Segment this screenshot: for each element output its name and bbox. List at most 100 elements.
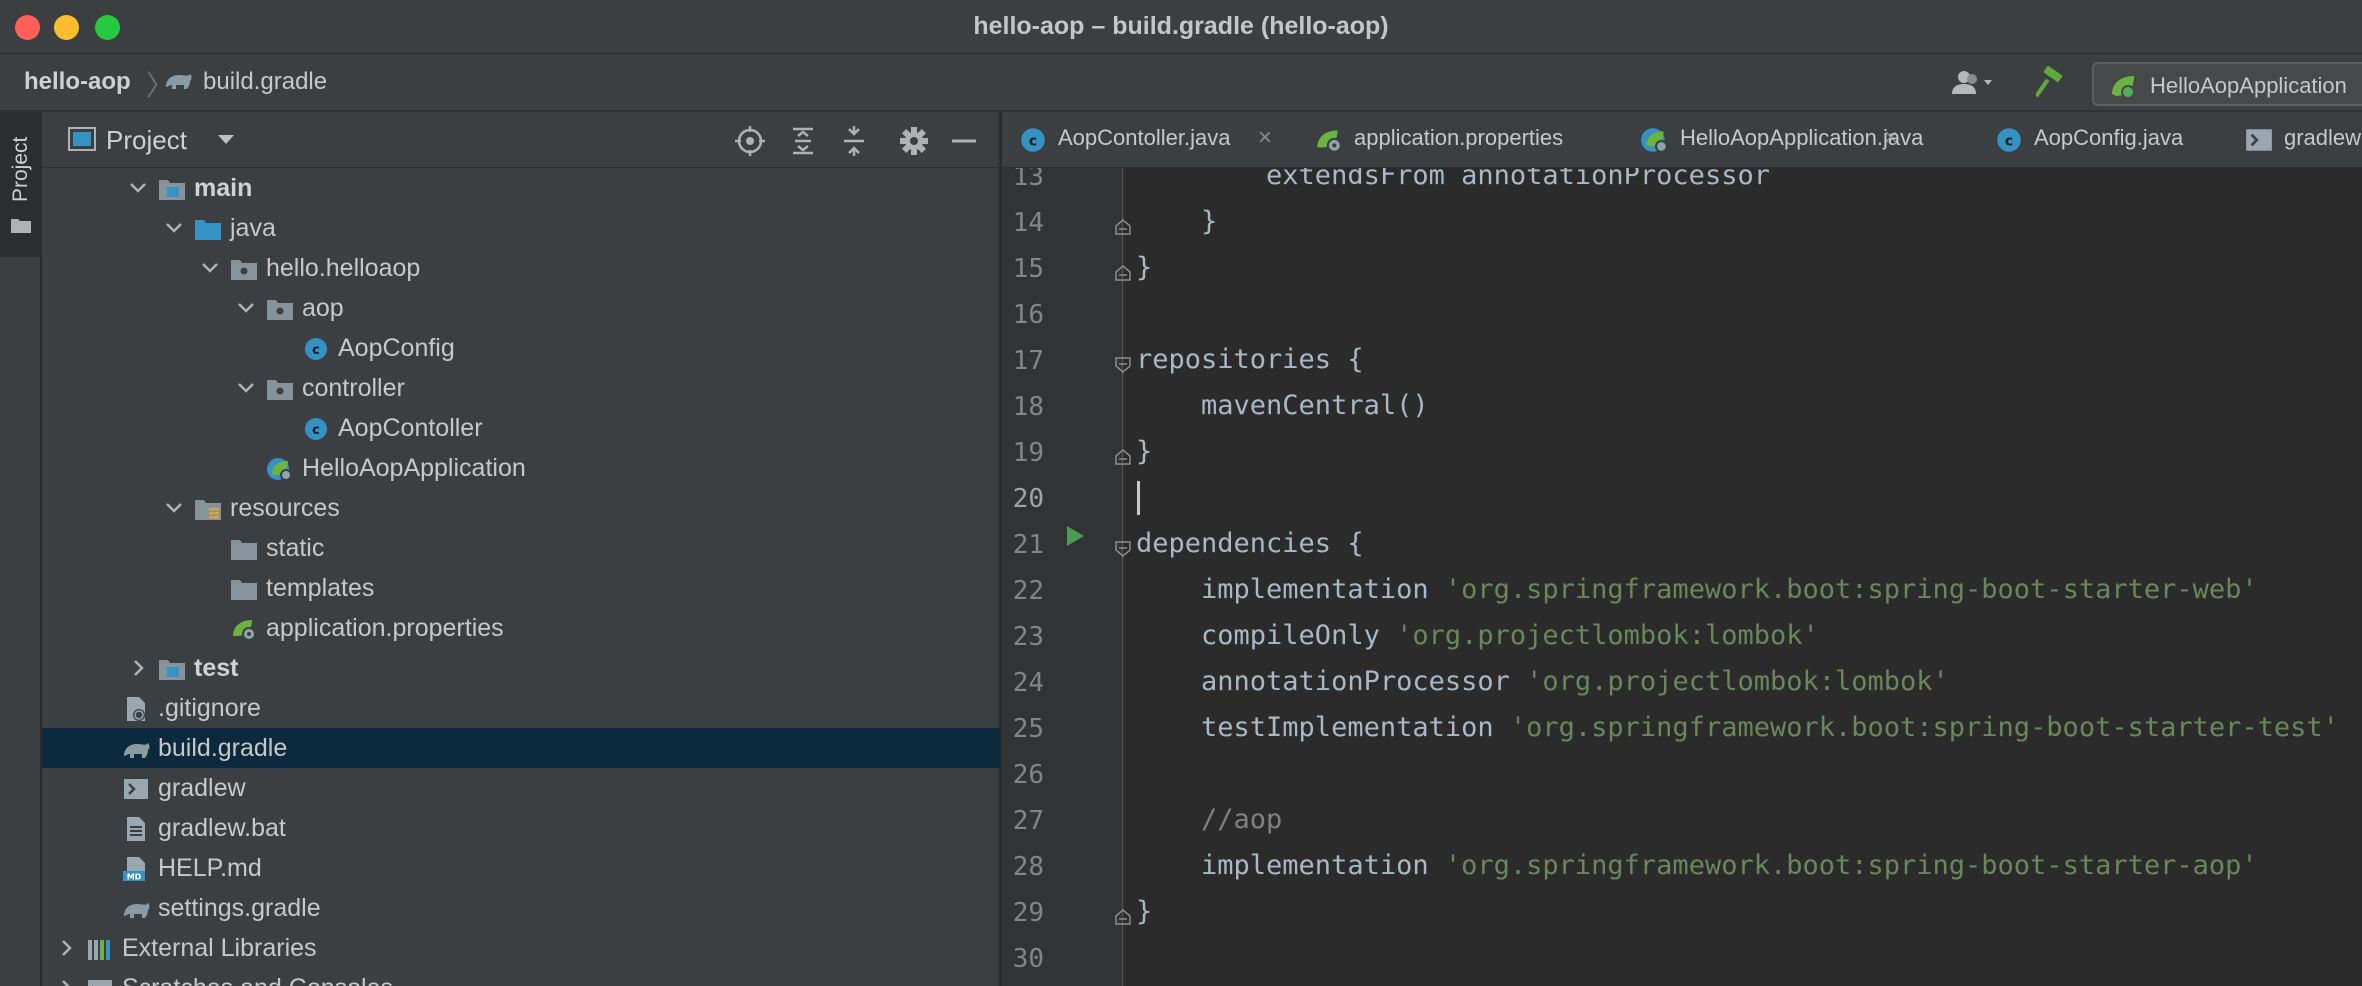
fold-marker-icon[interactable] bbox=[1114, 218, 1132, 236]
code-line: extendsFrom annotationProcessor bbox=[1136, 168, 1770, 191]
line-number: 23 bbox=[1012, 622, 1044, 652]
tree-item-label: gradlew.bat bbox=[158, 814, 286, 842]
tree-item-label: AopConfig bbox=[338, 334, 455, 362]
tree-item-label: HELP.md bbox=[158, 854, 262, 882]
editor-tabs: c AopContoller.java × application.propertie… bbox=[1002, 112, 2362, 168]
editor-tab-label: HelloAopApplication.java bbox=[1680, 125, 1924, 150]
tree-item[interactable]: c AopConfig bbox=[42, 328, 1000, 368]
close-tab-icon[interactable]: × bbox=[1258, 124, 1272, 152]
tree-item[interactable]: static bbox=[42, 528, 1000, 568]
gear-icon[interactable] bbox=[898, 125, 930, 157]
line-number: 25 bbox=[1012, 714, 1044, 744]
run-icon[interactable] bbox=[1064, 524, 1086, 548]
line-number: 16 bbox=[1012, 300, 1044, 330]
code-line: } bbox=[1136, 436, 1152, 467]
fold-marker-icon[interactable] bbox=[1114, 908, 1132, 926]
svg-text:c: c bbox=[1029, 133, 1037, 149]
chevron-down-icon[interactable] bbox=[234, 296, 258, 320]
code-line: implementation 'org.springframework.boot… bbox=[1136, 574, 2258, 605]
svg-text:c: c bbox=[2005, 133, 2013, 149]
tree-item[interactable]: c AopContoller bbox=[42, 408, 1000, 448]
build-hammer-icon[interactable] bbox=[2036, 66, 2068, 98]
fold-marker-icon[interactable] bbox=[1114, 540, 1132, 558]
line-number: 17 bbox=[1012, 346, 1044, 376]
terminal-file-icon bbox=[2246, 129, 2272, 151]
folder-icon bbox=[231, 540, 257, 560]
line-number: 18 bbox=[1012, 392, 1044, 422]
tree-item[interactable]: .gitignore bbox=[42, 688, 1000, 728]
code-token: implementation bbox=[1136, 574, 1445, 605]
line-number: 19 bbox=[1012, 438, 1044, 468]
gutter-separator bbox=[1122, 168, 1123, 986]
code-line: } bbox=[1136, 896, 1152, 927]
chevron-right-icon[interactable] bbox=[54, 976, 78, 986]
view-mode-dropdown-icon[interactable] bbox=[218, 135, 234, 144]
tree-item[interactable]: settings.gradle bbox=[42, 888, 1000, 928]
hide-panel-icon[interactable] bbox=[948, 125, 980, 157]
collapse-all-icon[interactable] bbox=[838, 125, 870, 157]
tree-item[interactable]: gradlew bbox=[42, 768, 1000, 808]
project-panel-title[interactable]: Project bbox=[106, 125, 187, 156]
tree-item[interactable]: java bbox=[42, 208, 1000, 248]
fold-marker-icon[interactable] bbox=[1114, 264, 1132, 282]
chevron-right-icon[interactable] bbox=[126, 656, 150, 680]
line-number: 28 bbox=[1012, 852, 1044, 882]
java-folder-icon bbox=[195, 220, 221, 240]
tree-item[interactable]: hello.helloaop bbox=[42, 248, 1000, 288]
tree-item[interactable]: controller bbox=[42, 368, 1000, 408]
code-token: } bbox=[1136, 252, 1153, 283]
code-line: compileOnly 'org.projectlombok:lombok' bbox=[1136, 620, 1819, 651]
class-icon: c bbox=[305, 338, 327, 360]
breadcrumb-project[interactable]: hello-aop bbox=[24, 68, 131, 96]
line-number: 27 bbox=[1012, 806, 1044, 836]
chevron-down-icon[interactable] bbox=[126, 176, 150, 200]
tree-item[interactable]: External Libraries bbox=[42, 928, 1000, 968]
tree-item[interactable]: HelloAopApplication bbox=[42, 448, 1000, 488]
resources-folder-icon bbox=[195, 500, 221, 520]
run-configuration-selector[interactable]: HelloAopApplication bbox=[2092, 62, 2362, 106]
tree-item-label: settings.gradle bbox=[158, 894, 321, 922]
expand-all-icon[interactable] bbox=[787, 125, 819, 157]
code-token: dependencies { bbox=[1136, 528, 1364, 559]
code-token: testImplementation bbox=[1136, 712, 1510, 743]
fold-marker-icon[interactable] bbox=[1114, 356, 1132, 374]
editor: c AopContoller.java × application.propertie… bbox=[1002, 112, 2362, 986]
class-icon: c bbox=[1021, 128, 1045, 152]
spring-properties-icon bbox=[1317, 130, 1342, 153]
code-token: implementation bbox=[1136, 850, 1445, 881]
tree-item-label: External Libraries bbox=[122, 934, 317, 962]
code-line: dependencies { bbox=[1136, 528, 1364, 559]
chevron-down-icon[interactable] bbox=[162, 496, 186, 520]
class-icon: c bbox=[305, 418, 327, 440]
code-editor[interactable]: 13 14 15 16 17 18 19 20 21 22 23 24 25 26 27 28 29 30 ext… bbox=[1002, 168, 2362, 986]
tree-item[interactable]: MD HELP.md bbox=[42, 848, 1000, 888]
chevron-down-icon[interactable] bbox=[198, 256, 222, 280]
project-tool-window-tab[interactable]: Project bbox=[0, 112, 41, 257]
project-panel: Project main java hello.helloaop aop c A… bbox=[42, 112, 1000, 986]
tree-item[interactable]: build.gradle bbox=[42, 728, 1000, 768]
tree-item[interactable]: resources bbox=[42, 488, 1000, 528]
user-dropdown-icon[interactable] bbox=[1950, 68, 2000, 98]
tree-item[interactable]: aop bbox=[42, 288, 1000, 328]
string-literal: 'org.projectlombok:lombok' bbox=[1526, 666, 1949, 697]
chevron-down-icon[interactable] bbox=[234, 376, 258, 400]
locate-file-icon[interactable] bbox=[734, 125, 766, 157]
fold-marker-icon[interactable] bbox=[1114, 448, 1132, 466]
tree-item[interactable]: Scratches and Consoles bbox=[42, 968, 1000, 986]
code-line: repositories { bbox=[1136, 344, 1364, 375]
spring-app-icon bbox=[2112, 76, 2135, 99]
tree-item-label: resources bbox=[230, 494, 340, 522]
tree-item[interactable]: templates bbox=[42, 568, 1000, 608]
tree-item[interactable]: test bbox=[42, 648, 1000, 688]
folder-icon bbox=[11, 219, 31, 233]
code-token: extendsFrom annotationProcessor bbox=[1136, 168, 1770, 191]
chevron-down-icon[interactable] bbox=[162, 216, 186, 240]
chevron-right-icon[interactable] bbox=[54, 936, 78, 960]
line-number: 30 bbox=[1012, 944, 1044, 974]
tree-item[interactable]: main bbox=[42, 168, 1000, 208]
breadcrumb-file[interactable]: build.gradle bbox=[203, 68, 327, 96]
tree-item[interactable]: gradlew.bat bbox=[42, 808, 1000, 848]
project-panel-header: Project bbox=[42, 112, 1000, 168]
tree-item[interactable]: application.properties bbox=[42, 608, 1000, 648]
line-number: 24 bbox=[1012, 668, 1044, 698]
